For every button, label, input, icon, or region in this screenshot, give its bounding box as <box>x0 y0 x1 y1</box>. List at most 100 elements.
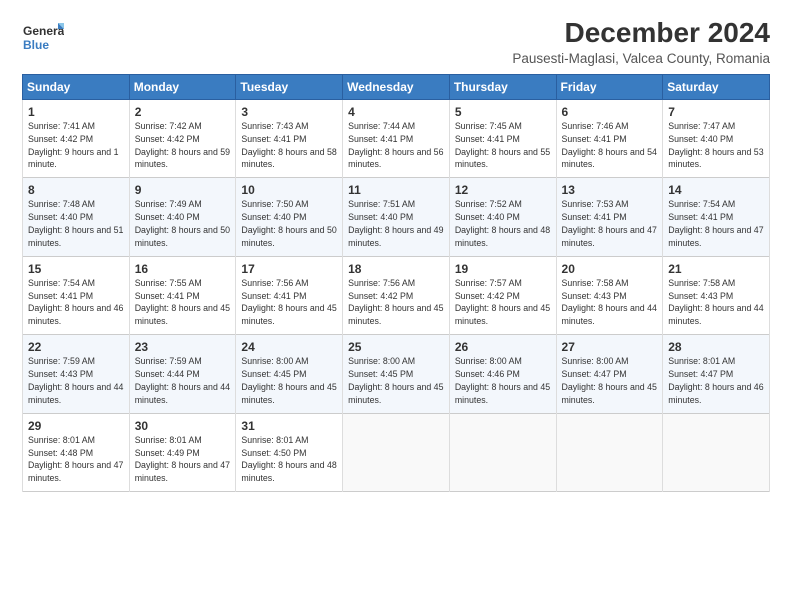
day-number: 25 <box>348 339 444 355</box>
day-info: Sunrise: 7:41 AMSunset: 4:42 PMDaylight:… <box>28 121 118 169</box>
day-number: 22 <box>28 339 124 355</box>
main-title: December 2024 <box>512 18 770 49</box>
day-number: 15 <box>28 261 124 277</box>
day-info: Sunrise: 7:45 AMSunset: 4:41 PMDaylight:… <box>455 121 550 169</box>
day-number: 19 <box>455 261 551 277</box>
calendar-cell: 17 Sunrise: 7:56 AMSunset: 4:41 PMDaylig… <box>236 256 343 334</box>
calendar-week-row: 29 Sunrise: 8:01 AMSunset: 4:48 PMDaylig… <box>23 413 770 491</box>
day-info: Sunrise: 8:00 AMSunset: 4:45 PMDaylight:… <box>241 356 336 404</box>
logo: General Blue <box>22 18 64 60</box>
calendar-cell: 24 Sunrise: 8:00 AMSunset: 4:45 PMDaylig… <box>236 335 343 413</box>
calendar-cell: 29 Sunrise: 8:01 AMSunset: 4:48 PMDaylig… <box>23 413 130 491</box>
calendar-cell: 23 Sunrise: 7:59 AMSunset: 4:44 PMDaylig… <box>129 335 236 413</box>
calendar-cell: 3 Sunrise: 7:43 AMSunset: 4:41 PMDayligh… <box>236 99 343 177</box>
calendar-cell: 10 Sunrise: 7:50 AMSunset: 4:40 PMDaylig… <box>236 178 343 256</box>
calendar-cell: 18 Sunrise: 7:56 AMSunset: 4:42 PMDaylig… <box>343 256 450 334</box>
day-info: Sunrise: 7:56 AMSunset: 4:41 PMDaylight:… <box>241 278 336 326</box>
calendar-cell: 13 Sunrise: 7:53 AMSunset: 4:41 PMDaylig… <box>556 178 663 256</box>
day-number: 1 <box>28 104 124 120</box>
day-number: 10 <box>241 182 337 198</box>
day-number: 2 <box>135 104 231 120</box>
calendar-header-row: Sunday Monday Tuesday Wednesday Thursday… <box>23 74 770 99</box>
day-number: 29 <box>28 418 124 434</box>
calendar-cell: 19 Sunrise: 7:57 AMSunset: 4:42 PMDaylig… <box>449 256 556 334</box>
svg-text:Blue: Blue <box>23 38 49 52</box>
day-number: 9 <box>135 182 231 198</box>
col-wednesday: Wednesday <box>343 74 450 99</box>
day-number: 26 <box>455 339 551 355</box>
col-saturday: Saturday <box>663 74 770 99</box>
day-info: Sunrise: 7:50 AMSunset: 4:40 PMDaylight:… <box>241 199 336 247</box>
calendar-cell: 27 Sunrise: 8:00 AMSunset: 4:47 PMDaylig… <box>556 335 663 413</box>
day-number: 4 <box>348 104 444 120</box>
day-info: Sunrise: 7:52 AMSunset: 4:40 PMDaylight:… <box>455 199 550 247</box>
day-number: 5 <box>455 104 551 120</box>
day-info: Sunrise: 8:01 AMSunset: 4:50 PMDaylight:… <box>241 435 336 483</box>
day-number: 18 <box>348 261 444 277</box>
calendar-cell: 25 Sunrise: 8:00 AMSunset: 4:45 PMDaylig… <box>343 335 450 413</box>
calendar-cell <box>663 413 770 491</box>
day-number: 7 <box>668 104 764 120</box>
day-number: 20 <box>562 261 658 277</box>
day-info: Sunrise: 7:42 AMSunset: 4:42 PMDaylight:… <box>135 121 230 169</box>
calendar-cell: 9 Sunrise: 7:49 AMSunset: 4:40 PMDayligh… <box>129 178 236 256</box>
day-info: Sunrise: 8:00 AMSunset: 4:45 PMDaylight:… <box>348 356 443 404</box>
calendar-cell: 21 Sunrise: 7:58 AMSunset: 4:43 PMDaylig… <box>663 256 770 334</box>
col-thursday: Thursday <box>449 74 556 99</box>
day-number: 3 <box>241 104 337 120</box>
day-number: 12 <box>455 182 551 198</box>
calendar-cell: 15 Sunrise: 7:54 AMSunset: 4:41 PMDaylig… <box>23 256 130 334</box>
subtitle: Pausesti-Maglasi, Valcea County, Romania <box>512 51 770 66</box>
day-info: Sunrise: 7:47 AMSunset: 4:40 PMDaylight:… <box>668 121 763 169</box>
day-info: Sunrise: 7:58 AMSunset: 4:43 PMDaylight:… <box>668 278 763 326</box>
title-block: December 2024 Pausesti-Maglasi, Valcea C… <box>512 18 770 66</box>
day-number: 28 <box>668 339 764 355</box>
calendar-cell <box>556 413 663 491</box>
day-number: 24 <box>241 339 337 355</box>
day-number: 11 <box>348 182 444 198</box>
calendar-cell: 8 Sunrise: 7:48 AMSunset: 4:40 PMDayligh… <box>23 178 130 256</box>
calendar-cell: 26 Sunrise: 8:00 AMSunset: 4:46 PMDaylig… <box>449 335 556 413</box>
calendar-cell: 16 Sunrise: 7:55 AMSunset: 4:41 PMDaylig… <box>129 256 236 334</box>
page: General Blue December 2024 Pausesti-Magl… <box>0 0 792 612</box>
calendar-cell: 31 Sunrise: 8:01 AMSunset: 4:50 PMDaylig… <box>236 413 343 491</box>
calendar-cell: 14 Sunrise: 7:54 AMSunset: 4:41 PMDaylig… <box>663 178 770 256</box>
day-info: Sunrise: 8:00 AMSunset: 4:47 PMDaylight:… <box>562 356 657 404</box>
header: General Blue December 2024 Pausesti-Magl… <box>22 18 770 66</box>
calendar-cell: 7 Sunrise: 7:47 AMSunset: 4:40 PMDayligh… <box>663 99 770 177</box>
day-number: 16 <box>135 261 231 277</box>
day-number: 30 <box>135 418 231 434</box>
calendar-cell: 28 Sunrise: 8:01 AMSunset: 4:47 PMDaylig… <box>663 335 770 413</box>
day-number: 8 <box>28 182 124 198</box>
day-info: Sunrise: 7:58 AMSunset: 4:43 PMDaylight:… <box>562 278 657 326</box>
day-info: Sunrise: 7:51 AMSunset: 4:40 PMDaylight:… <box>348 199 443 247</box>
day-info: Sunrise: 8:01 AMSunset: 4:48 PMDaylight:… <box>28 435 123 483</box>
logo-svg: General Blue <box>22 18 64 60</box>
day-info: Sunrise: 7:54 AMSunset: 4:41 PMDaylight:… <box>668 199 763 247</box>
calendar-cell <box>343 413 450 491</box>
day-info: Sunrise: 7:43 AMSunset: 4:41 PMDaylight:… <box>241 121 336 169</box>
calendar-cell: 20 Sunrise: 7:58 AMSunset: 4:43 PMDaylig… <box>556 256 663 334</box>
day-number: 31 <box>241 418 337 434</box>
day-number: 14 <box>668 182 764 198</box>
day-info: Sunrise: 7:59 AMSunset: 4:44 PMDaylight:… <box>135 356 230 404</box>
day-number: 13 <box>562 182 658 198</box>
col-monday: Monday <box>129 74 236 99</box>
calendar-week-row: 15 Sunrise: 7:54 AMSunset: 4:41 PMDaylig… <box>23 256 770 334</box>
day-number: 6 <box>562 104 658 120</box>
calendar-cell: 22 Sunrise: 7:59 AMSunset: 4:43 PMDaylig… <box>23 335 130 413</box>
col-sunday: Sunday <box>23 74 130 99</box>
day-info: Sunrise: 7:55 AMSunset: 4:41 PMDaylight:… <box>135 278 230 326</box>
col-friday: Friday <box>556 74 663 99</box>
day-info: Sunrise: 8:01 AMSunset: 4:47 PMDaylight:… <box>668 356 763 404</box>
day-info: Sunrise: 7:53 AMSunset: 4:41 PMDaylight:… <box>562 199 657 247</box>
calendar-cell: 11 Sunrise: 7:51 AMSunset: 4:40 PMDaylig… <box>343 178 450 256</box>
calendar-cell: 4 Sunrise: 7:44 AMSunset: 4:41 PMDayligh… <box>343 99 450 177</box>
calendar-week-row: 22 Sunrise: 7:59 AMSunset: 4:43 PMDaylig… <box>23 335 770 413</box>
day-info: Sunrise: 7:48 AMSunset: 4:40 PMDaylight:… <box>28 199 123 247</box>
svg-text:General: General <box>23 24 64 38</box>
day-info: Sunrise: 8:01 AMSunset: 4:49 PMDaylight:… <box>135 435 230 483</box>
calendar-cell: 5 Sunrise: 7:45 AMSunset: 4:41 PMDayligh… <box>449 99 556 177</box>
calendar-cell <box>449 413 556 491</box>
day-number: 27 <box>562 339 658 355</box>
